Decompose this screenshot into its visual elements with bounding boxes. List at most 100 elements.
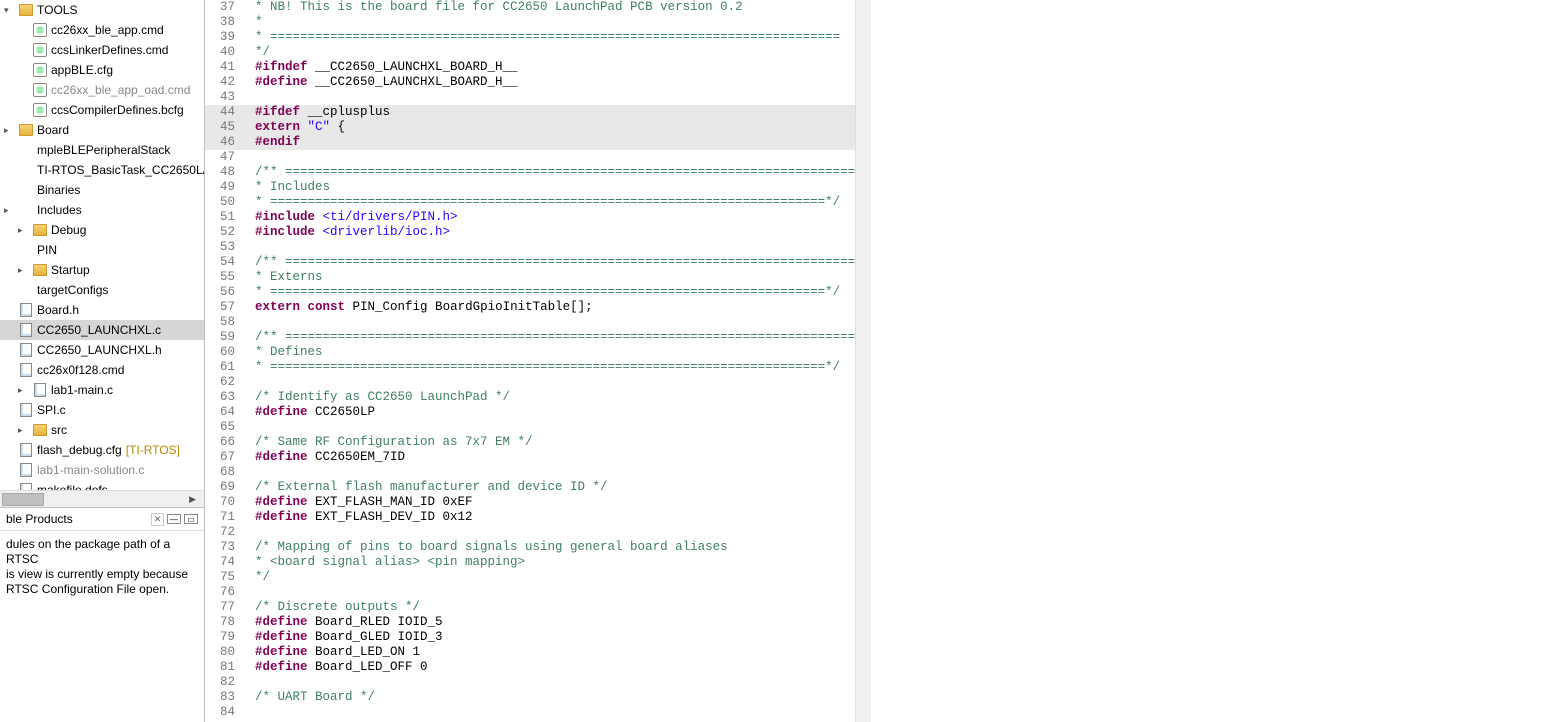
code-line[interactable]: 60 * Defines bbox=[205, 345, 855, 360]
fold-gutter[interactable] bbox=[241, 420, 253, 435]
fold-gutter[interactable] bbox=[241, 270, 253, 285]
code-line[interactable]: 82 bbox=[205, 675, 855, 690]
code-content[interactable]: #define Board_LED_OFF 0 bbox=[253, 660, 855, 675]
tree-item[interactable]: makefile.defs bbox=[0, 480, 204, 490]
fold-gutter[interactable] bbox=[241, 375, 253, 390]
fold-gutter[interactable] bbox=[241, 150, 253, 165]
code-line[interactable]: 56 * ===================================… bbox=[205, 285, 855, 300]
code-content[interactable]: /* Discrete outputs */ bbox=[253, 600, 855, 615]
fold-gutter[interactable] bbox=[241, 90, 253, 105]
code-line[interactable]: 65 bbox=[205, 420, 855, 435]
fold-gutter[interactable] bbox=[241, 0, 253, 15]
code-line[interactable]: 44#ifdef __cplusplus bbox=[205, 105, 855, 120]
code-line[interactable]: 39 * ===================================… bbox=[205, 30, 855, 45]
expand-icon[interactable]: ▸ bbox=[4, 202, 16, 218]
code-content[interactable]: #define Board_RLED IOID_5 bbox=[253, 615, 855, 630]
code-line[interactable]: 52#include <driverlib/ioc.h> bbox=[205, 225, 855, 240]
fold-gutter[interactable] bbox=[241, 75, 253, 90]
expand-icon[interactable]: ▸ bbox=[18, 262, 30, 278]
code-content[interactable]: extern const PIN_Config BoardGpioInitTab… bbox=[253, 300, 855, 315]
code-line[interactable]: 62 bbox=[205, 375, 855, 390]
code-line[interactable]: 55 * Externs bbox=[205, 270, 855, 285]
code-content[interactable]: /* Identify as CC2650 LaunchPad */ bbox=[253, 390, 855, 405]
code-line[interactable]: 61 * ===================================… bbox=[205, 360, 855, 375]
fold-gutter[interactable] bbox=[241, 30, 253, 45]
code-content[interactable]: #include <ti/drivers/PIN.h> bbox=[253, 210, 855, 225]
code-content[interactable]: * bbox=[253, 15, 855, 30]
tree-item[interactable]: cc26x0f128.cmd bbox=[0, 360, 204, 380]
code-line[interactable]: 50 * ===================================… bbox=[205, 195, 855, 210]
fold-gutter[interactable] bbox=[241, 240, 253, 255]
code-line[interactable]: 64#define CC2650LP bbox=[205, 405, 855, 420]
tree-item[interactable]: appBLE.cfg bbox=[0, 60, 204, 80]
code-content[interactable] bbox=[253, 240, 855, 255]
fold-gutter[interactable] bbox=[241, 645, 253, 660]
tree-item[interactable]: CC2650_LAUNCHXL.c bbox=[0, 320, 204, 340]
tree-item[interactable]: ccsLinkerDefines.cmd bbox=[0, 40, 204, 60]
code-line[interactable]: 51#include <ti/drivers/PIN.h> bbox=[205, 210, 855, 225]
code-line[interactable]: 59/** ==================================… bbox=[205, 330, 855, 345]
code-line[interactable]: 38 * bbox=[205, 15, 855, 30]
fold-gutter[interactable] bbox=[241, 465, 253, 480]
code-content[interactable] bbox=[253, 90, 855, 105]
expand-icon[interactable]: ▸ bbox=[4, 122, 16, 138]
fold-gutter[interactable] bbox=[241, 120, 253, 135]
fold-gutter[interactable] bbox=[241, 255, 253, 270]
fold-gutter[interactable] bbox=[241, 285, 253, 300]
code-content[interactable] bbox=[253, 675, 855, 690]
chevron-right-icon[interactable]: ▶ bbox=[185, 494, 200, 505]
tree-item[interactable]: ▸lab1-main.c bbox=[0, 380, 204, 400]
fold-gutter[interactable] bbox=[241, 360, 253, 375]
fold-gutter[interactable] bbox=[241, 15, 253, 30]
code-line[interactable]: 53 bbox=[205, 240, 855, 255]
code-content[interactable]: /* External flash manufacturer and devic… bbox=[253, 480, 855, 495]
close-icon[interactable]: ✕ bbox=[151, 513, 164, 526]
tree-item[interactable]: ▸Includes bbox=[0, 200, 204, 220]
fold-gutter[interactable] bbox=[241, 555, 253, 570]
code-line[interactable]: 78#define Board_RLED IOID_5 bbox=[205, 615, 855, 630]
code-content[interactable]: #ifndef __CC2650_LAUNCHXL_BOARD_H__ bbox=[253, 60, 855, 75]
tree-item[interactable]: ▾TOOLS bbox=[0, 0, 204, 20]
fold-gutter[interactable] bbox=[241, 495, 253, 510]
fold-gutter[interactable] bbox=[241, 630, 253, 645]
code-line[interactable]: 47 bbox=[205, 150, 855, 165]
tree-item[interactable]: ▸src bbox=[0, 420, 204, 440]
code-content[interactable]: #define EXT_FLASH_MAN_ID 0xEF bbox=[253, 495, 855, 510]
code-content[interactable]: /* UART Board */ bbox=[253, 690, 855, 705]
code-content[interactable]: /** ====================================… bbox=[253, 165, 855, 180]
expand-icon[interactable]: ▾ bbox=[4, 2, 16, 18]
fold-gutter[interactable] bbox=[241, 690, 253, 705]
tree-item[interactable]: SPI.c bbox=[0, 400, 204, 420]
tree-item[interactable]: cc26xx_ble_app_oad.cmd bbox=[0, 80, 204, 100]
fold-gutter[interactable] bbox=[241, 570, 253, 585]
code-line[interactable]: 69 /* External flash manufacturer and de… bbox=[205, 480, 855, 495]
code-line[interactable]: 74 * <board signal alias> <pin mapping> bbox=[205, 555, 855, 570]
tree-item[interactable]: lab1-main-solution.c bbox=[0, 460, 204, 480]
code-content[interactable]: * ======================================… bbox=[253, 30, 855, 45]
code-content[interactable]: /** ====================================… bbox=[253, 330, 855, 345]
code-content[interactable]: * Externs bbox=[253, 270, 855, 285]
project-explorer-tree[interactable]: ▾TOOLScc26xx_ble_app.cmdccsLinkerDefines… bbox=[0, 0, 204, 490]
tree-horizontal-scrollbar[interactable]: ▶ bbox=[0, 490, 204, 507]
fold-gutter[interactable] bbox=[241, 585, 253, 600]
tree-item[interactable]: TI-RTOS_BasicTask_CC2650LAUNCHX bbox=[0, 160, 204, 180]
fold-gutter[interactable] bbox=[241, 105, 253, 120]
code-line[interactable]: 48/** ==================================… bbox=[205, 165, 855, 180]
code-line[interactable]: 72 bbox=[205, 525, 855, 540]
code-content[interactable]: * ======================================… bbox=[253, 195, 855, 210]
code-content[interactable] bbox=[253, 150, 855, 165]
expand-icon[interactable]: ▸ bbox=[18, 422, 30, 438]
code-content[interactable]: */ bbox=[253, 45, 855, 60]
tree-item[interactable]: Binaries bbox=[0, 180, 204, 200]
code-line[interactable]: 57extern const PIN_Config BoardGpioInitT… bbox=[205, 300, 855, 315]
fold-gutter[interactable] bbox=[241, 510, 253, 525]
code-line[interactable]: 84 bbox=[205, 705, 855, 720]
code-content[interactable]: #define Board_GLED IOID_3 bbox=[253, 630, 855, 645]
expand-icon[interactable]: ▸ bbox=[18, 222, 30, 238]
fold-gutter[interactable] bbox=[241, 675, 253, 690]
fold-gutter[interactable] bbox=[241, 135, 253, 150]
code-content[interactable]: #define Board_LED_ON 1 bbox=[253, 645, 855, 660]
code-content[interactable]: #define EXT_FLASH_DEV_ID 0x12 bbox=[253, 510, 855, 525]
code-content[interactable]: extern "C" { bbox=[253, 120, 855, 135]
fold-gutter[interactable] bbox=[241, 405, 253, 420]
